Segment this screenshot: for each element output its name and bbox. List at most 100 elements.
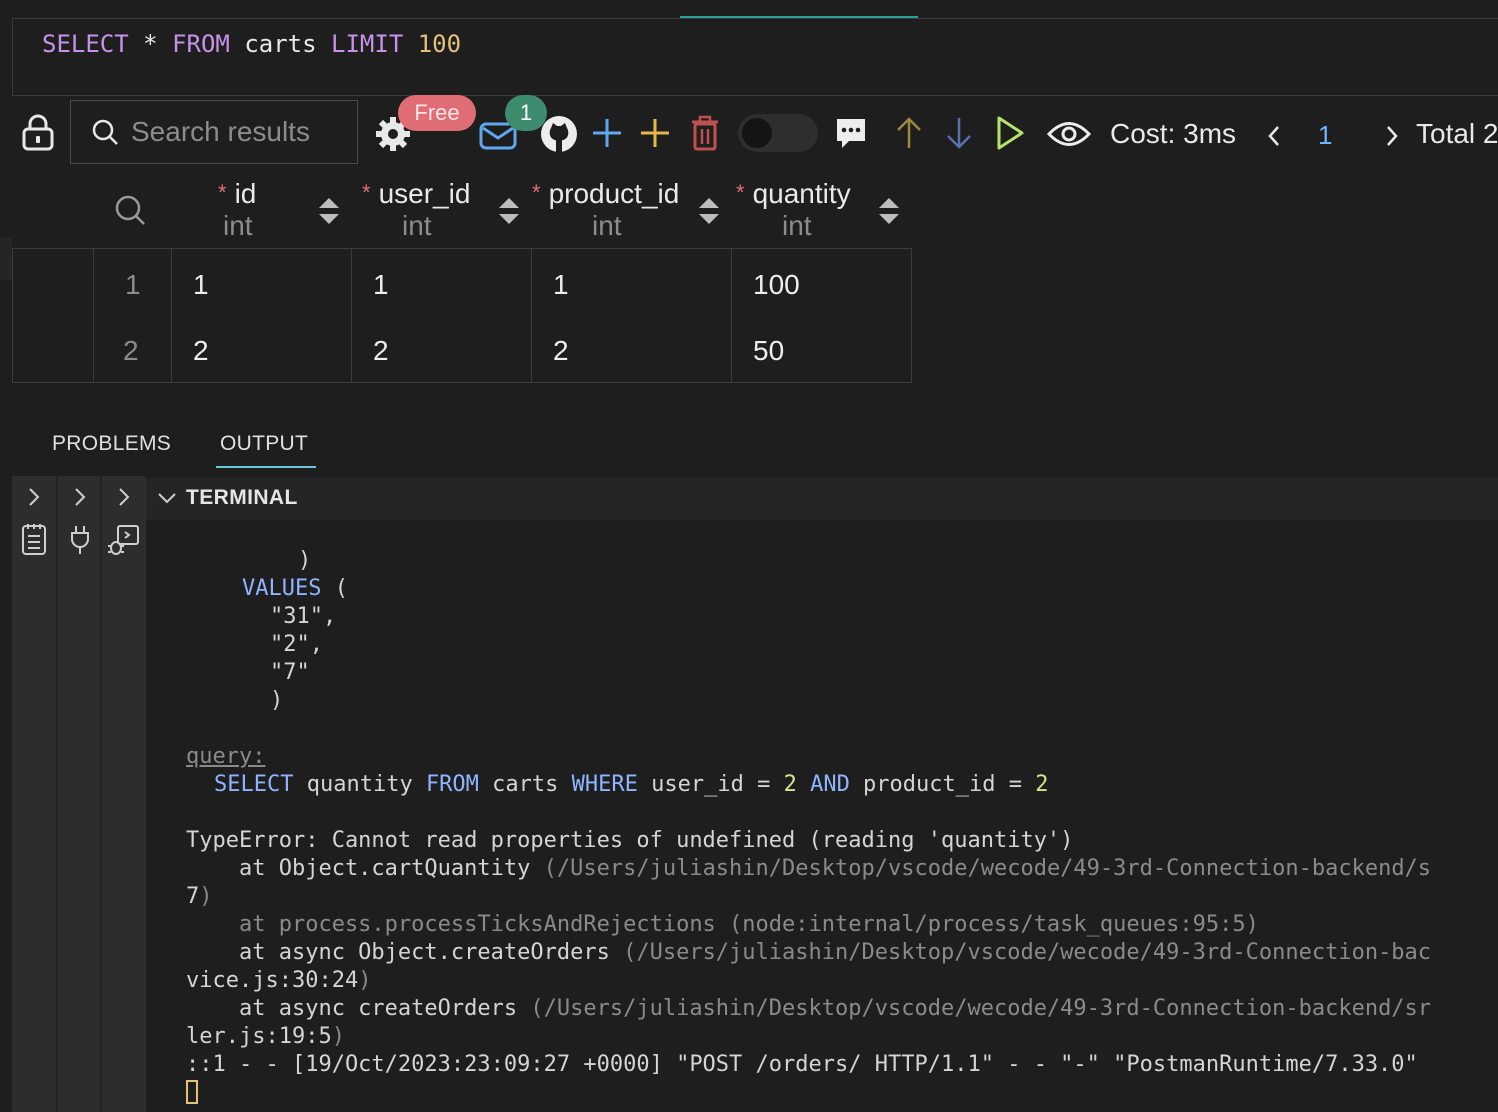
terminal-error-line: TypeError: Cannot read properties of und… [186, 828, 1074, 853]
eye-icon[interactable] [1046, 116, 1092, 152]
debug-console-icon[interactable] [106, 524, 140, 563]
toggle-knob [742, 118, 772, 148]
column-header-quantity[interactable]: * quantity int [732, 172, 912, 246]
add-column-icon[interactable] [636, 114, 674, 152]
terminal-output[interactable] [146, 520, 1498, 1112]
query-label: query: [186, 744, 266, 769]
sql-star: * [143, 30, 158, 58]
results-table-header: * id int * user_id int * product_id int * qu… [12, 172, 912, 246]
sidebar-divider [56, 476, 58, 1112]
sort-icon[interactable] [698, 196, 720, 226]
delete-icon[interactable] [686, 112, 724, 154]
tab-output[interactable]: OUTPUT [220, 432, 308, 456]
stack-trace-line: at async Object.createOrders (/Users/jul… [186, 940, 1432, 965]
sql-number: 100 [417, 30, 462, 58]
arrow-down-icon[interactable] [942, 114, 976, 152]
table-cell[interactable]: 100 [753, 269, 800, 301]
chevron-right-icon[interactable] [1380, 120, 1404, 152]
required-marker: * [532, 180, 541, 205]
column-name: user_id [378, 178, 471, 209]
active-tab-indicator [216, 466, 316, 468]
page-number[interactable]: 1 [1318, 120, 1332, 151]
column-header-user-id[interactable]: * user_id int [352, 172, 532, 246]
terminal-line: VALUES ( [242, 576, 348, 601]
total-rows-label: Total 2 [1416, 118, 1498, 149]
sidebar-divider [100, 476, 102, 1112]
column-divider [731, 249, 732, 382]
required-marker: * [736, 180, 745, 205]
table-cell[interactable]: 50 [753, 335, 784, 367]
column-type: int [592, 210, 622, 241]
search-results-input[interactable] [129, 115, 353, 149]
chevron-right-icon[interactable] [26, 486, 42, 513]
sql-query-line[interactable]: SELECT * FROM carts LIMIT 100 [42, 30, 461, 58]
row-number[interactable]: 2 [123, 335, 139, 367]
table-cell[interactable]: 2 [553, 335, 569, 367]
column-type: int [223, 210, 253, 241]
sql-keyword: SELECT [42, 30, 129, 58]
terminal-line: "31", [270, 604, 337, 629]
stack-trace-line: 7) [186, 884, 213, 909]
terminal-line: ) [298, 548, 312, 573]
terminal-title: TERMINAL [186, 486, 298, 509]
plug-icon[interactable] [68, 524, 92, 561]
add-row-icon[interactable] [588, 114, 626, 152]
terminal-header[interactable] [146, 478, 1498, 520]
table-cell[interactable]: 1 [193, 269, 209, 301]
chevron-left-icon[interactable] [1262, 120, 1286, 152]
run-icon[interactable] [992, 112, 1028, 154]
column-name: product_id [548, 178, 680, 209]
column-divider [171, 249, 172, 382]
terminal-query-line: SELECT quantity FROM carts WHERE user_id… [214, 772, 1049, 797]
tab-problems[interactable]: PROBLEMS [52, 432, 171, 456]
terminal-line: "7" [270, 660, 310, 685]
free-plan-badge[interactable]: Free [398, 95, 476, 131]
terminal-line: "2", [270, 632, 323, 657]
column-type: int [782, 210, 812, 241]
comment-icon[interactable] [832, 114, 870, 152]
notes-icon[interactable] [20, 522, 48, 561]
sort-icon[interactable] [498, 196, 520, 226]
sort-icon[interactable] [878, 196, 900, 226]
search-icon [91, 118, 119, 146]
required-marker: * [362, 180, 371, 205]
column-divider [351, 249, 352, 382]
column-name: quantity [752, 178, 851, 209]
chevron-right-icon[interactable] [72, 486, 88, 513]
column-header-id[interactable]: * id int [172, 172, 352, 246]
column-name: id [234, 178, 257, 209]
lock-icon[interactable] [18, 112, 58, 154]
column-header-product-id[interactable]: * product_id int [532, 172, 732, 246]
query-cost-label: Cost: 3ms [1110, 118, 1237, 149]
search-results-box[interactable] [70, 100, 358, 164]
stack-trace-line: at process.processTicksAndRejections (no… [186, 912, 1259, 937]
sql-keyword: FROM [172, 30, 230, 58]
chevron-right-icon[interactable] [116, 486, 132, 513]
github-icon[interactable] [538, 112, 580, 156]
sql-keyword: LIMIT [331, 30, 404, 58]
table-cell[interactable]: 1 [373, 269, 389, 301]
row-number[interactable]: 1 [125, 269, 141, 301]
request-log-line: ::1 - - [19/Oct/2023:23:09:27 +0000] "PO… [186, 1052, 1418, 1077]
chevron-down-icon[interactable] [156, 490, 178, 511]
sql-table-name: carts [244, 30, 317, 58]
results-table: 1 1 1 1 100 2 2 2 2 50 [12, 248, 912, 383]
gutter-shade [0, 238, 12, 280]
table-cell[interactable]: 2 [373, 335, 389, 367]
terminal-sidebar [12, 476, 146, 1112]
table-cell[interactable]: 2 [193, 335, 209, 367]
column-type: int [402, 210, 432, 241]
column-filter-search-icon[interactable] [114, 194, 146, 231]
terminal-cursor [186, 1080, 198, 1104]
column-divider [93, 249, 94, 382]
stack-trace-line: at Object.cartQuantity (/Users/juliashin… [186, 856, 1432, 881]
stack-trace-line: vice.js:30:24) [186, 968, 372, 993]
required-marker: * [218, 180, 227, 205]
stack-trace-line: ler.js:19:5) [186, 1024, 345, 1049]
terminal-line: ) [270, 688, 284, 713]
sort-icon[interactable] [318, 196, 340, 226]
table-cell[interactable]: 1 [553, 269, 569, 301]
arrow-up-icon[interactable] [892, 114, 926, 152]
column-divider [531, 249, 532, 382]
stack-trace-line: at async createOrders (/Users/juliashin/… [186, 996, 1432, 1021]
